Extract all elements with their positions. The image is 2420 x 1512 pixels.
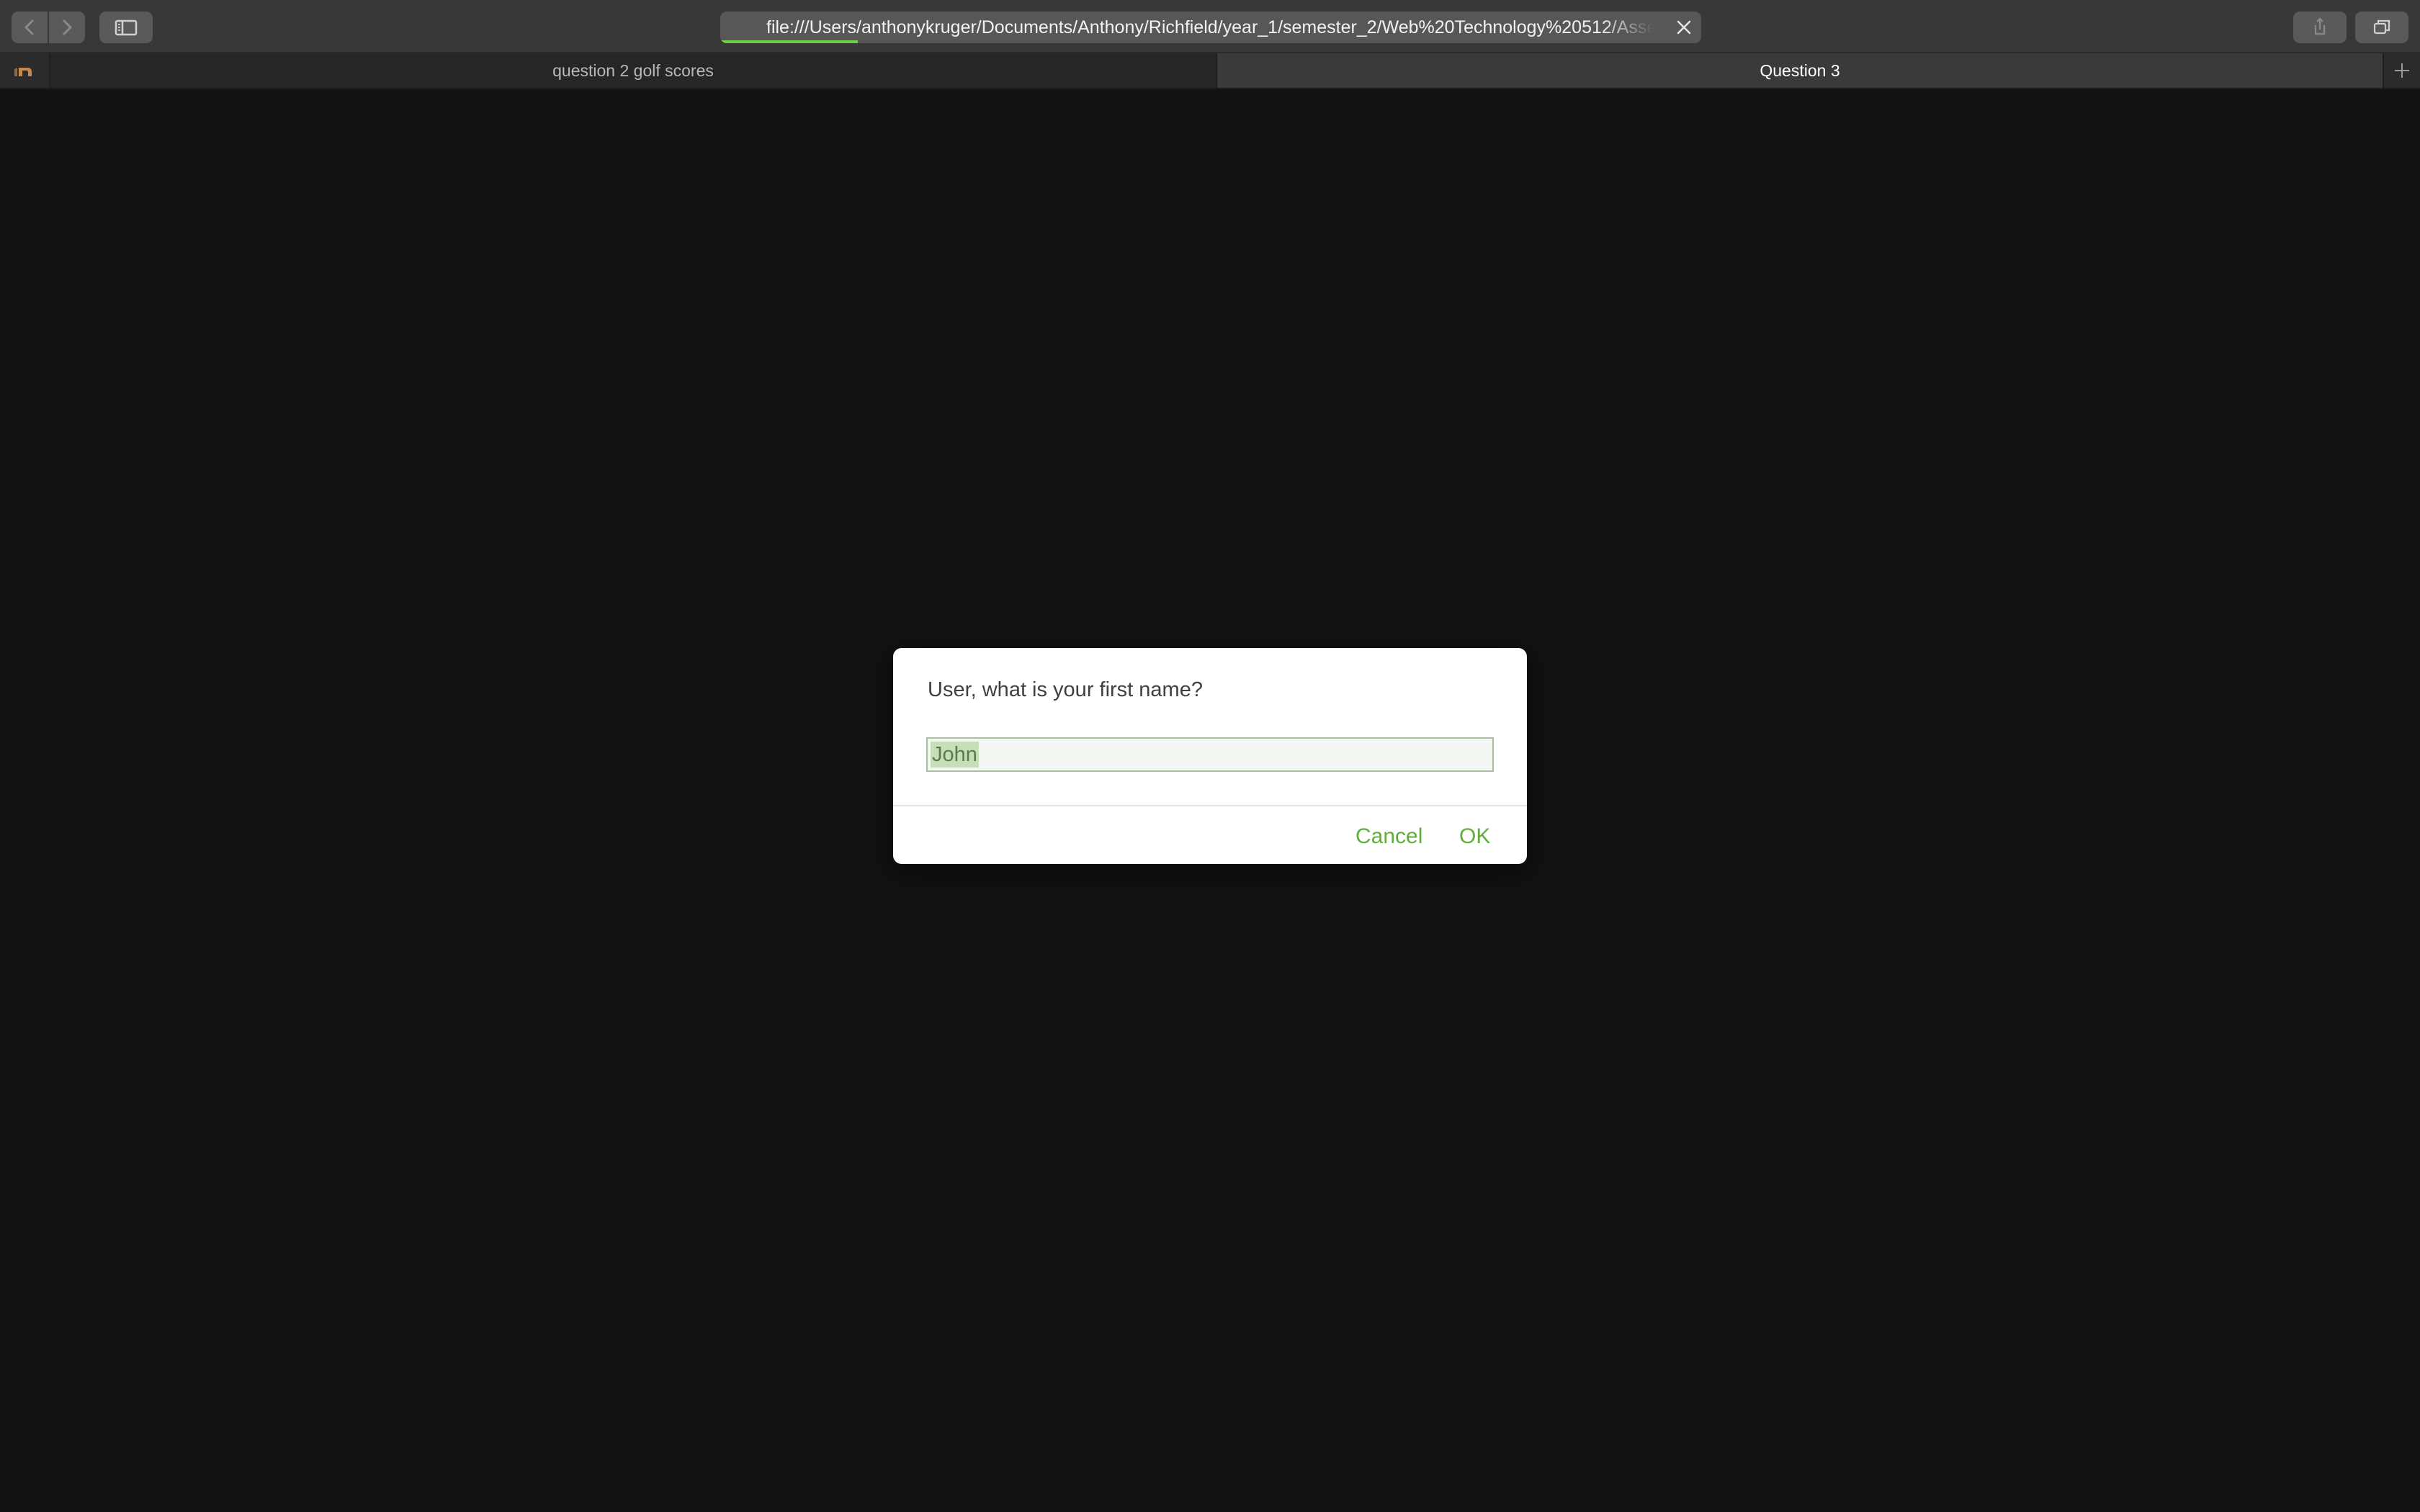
address-url[interactable]: file:///Users/anthonykruger/Documents/An…	[766, 12, 1654, 43]
cancel-button[interactable]: Cancel	[1355, 822, 1422, 851]
chevron-right-icon	[63, 19, 72, 35]
name-input[interactable]: John	[926, 737, 1494, 772]
share-button[interactable]	[2293, 12, 2347, 43]
dialog-message: User, what is your first name?	[928, 678, 1203, 701]
new-tab-button[interactable]	[2384, 53, 2420, 88]
chevron-left-icon	[24, 19, 34, 35]
ok-button[interactable]: OK	[1459, 822, 1490, 851]
browser-toolbar: file:///Users/anthonykruger/Documents/An…	[0, 0, 2420, 53]
dialog-divider	[893, 805, 1527, 806]
tab-question-2-golf-scores[interactable]: question 2 golf scores	[50, 53, 1217, 88]
tab-bar: question 2 golf scores Question 3	[0, 53, 2420, 89]
forward-button[interactable]	[49, 12, 85, 43]
tab-label: question 2 golf scores	[552, 61, 714, 80]
pinned-site-icon	[14, 68, 32, 76]
tab-overview-icon	[2373, 19, 2390, 35]
tab-question-3[interactable]: Question 3	[1217, 53, 2384, 88]
share-icon	[2314, 17, 2326, 35]
address-bar[interactable]: file:///Users/anthonykruger/Documents/An…	[720, 12, 1701, 43]
sidebar-icon	[115, 19, 138, 36]
name-input-value[interactable]: John	[931, 742, 979, 768]
plus-icon	[2395, 63, 2409, 78]
tab-label: Question 3	[1760, 61, 1840, 80]
prompt-dialog: User, what is your first name? John Canc…	[893, 648, 1527, 864]
tab-overview-button[interactable]	[2355, 12, 2408, 43]
close-icon[interactable]	[1672, 16, 1695, 39]
back-button[interactable]	[12, 12, 48, 43]
sidebar-toggle-button[interactable]	[99, 12, 153, 43]
pinned-tab[interactable]	[0, 53, 50, 88]
page-load-progress-bar	[720, 40, 858, 43]
